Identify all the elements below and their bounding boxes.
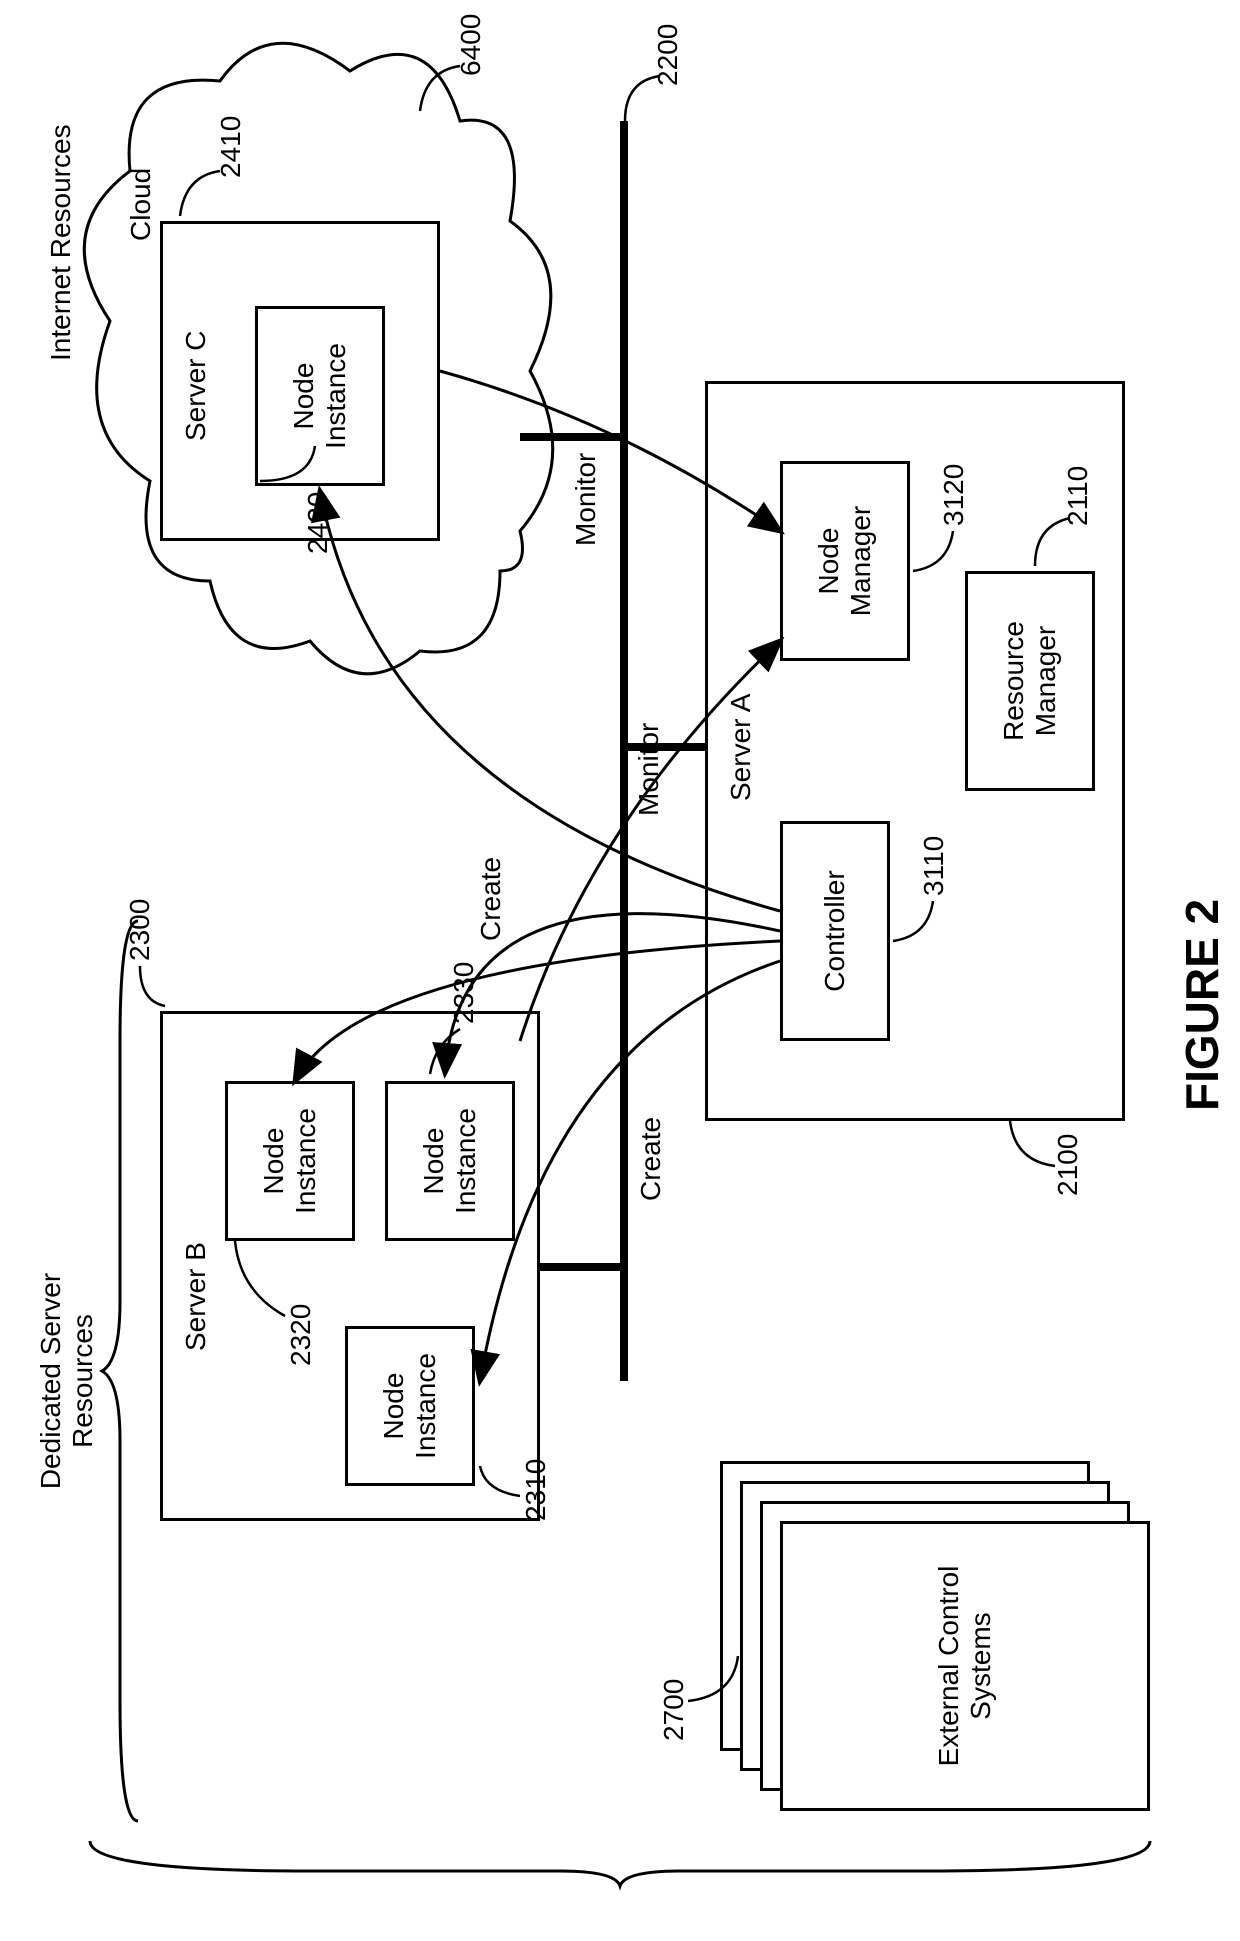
ref-2200: 2200 <box>620 61 670 121</box>
ref-2310: 2310 <box>480 1451 530 1501</box>
figure-title: FIGURE 2 <box>1175 899 1229 1111</box>
arrows <box>0 0 1240 1941</box>
ref-2100: 2100 <box>1010 1111 1065 1171</box>
ref-3120: 3120 <box>913 526 958 576</box>
ref-6400: 6400 <box>420 51 470 111</box>
ref-2300: 2300 <box>130 946 170 1006</box>
ref-3110: 3110 <box>893 896 938 946</box>
ref-2330: 2330 <box>430 1014 470 1074</box>
ref-2420: 2420 <box>260 436 320 486</box>
ref-2700: 2700 <box>688 1646 743 1706</box>
ref-2320: 2320 <box>235 1241 295 1321</box>
ref-2410: 2410 <box>180 156 230 216</box>
brace-figure <box>90 1836 1157 1886</box>
ref-2110: 2110 <box>1030 511 1075 566</box>
